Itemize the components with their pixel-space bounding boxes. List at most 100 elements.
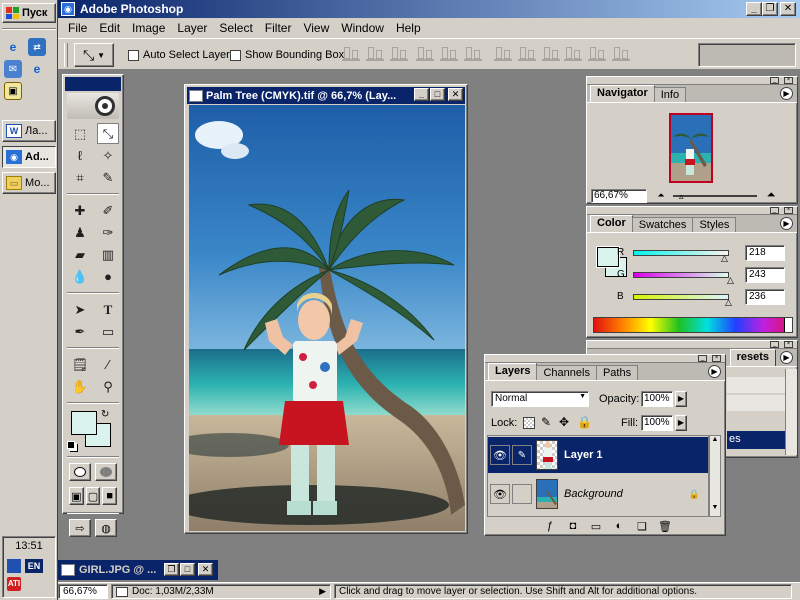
zoom-slider-track[interactable] bbox=[673, 195, 757, 197]
link-empty-icon[interactable] bbox=[512, 484, 532, 504]
slider-b-bar[interactable] bbox=[633, 293, 729, 300]
menu-image[interactable]: Image bbox=[126, 21, 171, 35]
menu-select[interactable]: Select bbox=[213, 21, 258, 35]
align-vcenter-icon[interactable] bbox=[366, 47, 384, 61]
menu-edit[interactable]: Edit bbox=[93, 21, 126, 35]
distribute-bottom-icon[interactable] bbox=[542, 47, 560, 61]
show-desktop-icon[interactable]: ▣ bbox=[4, 82, 22, 100]
trash-icon[interactable]: 🗑 bbox=[658, 519, 672, 533]
new-set-icon[interactable]: ▭ bbox=[589, 519, 603, 533]
scroll-up-icon[interactable]: ▲ bbox=[710, 436, 720, 448]
dodge-tool-icon[interactable]: ● bbox=[97, 266, 119, 287]
presets-close-icon[interactable]: × bbox=[784, 341, 793, 348]
pen-tool-icon[interactable]: ✒ bbox=[69, 321, 91, 342]
navigator-menu-icon[interactable]: ▶ bbox=[780, 87, 793, 100]
photoshop-logo[interactable] bbox=[67, 93, 119, 119]
layer-style-icon[interactable]: ƒ bbox=[543, 519, 557, 533]
color-minimize-icon[interactable]: _ bbox=[770, 207, 779, 214]
menu-layer[interactable]: Layer bbox=[171, 21, 213, 35]
type-tool-icon[interactable]: T bbox=[97, 299, 119, 320]
g-value-field[interactable]: 243 bbox=[745, 267, 785, 283]
mini-doc-close-button[interactable]: ✕ bbox=[198, 563, 213, 576]
healing-brush-tool-icon[interactable]: ✚ bbox=[69, 200, 91, 221]
lasso-tool-icon[interactable]: ℓ bbox=[69, 145, 91, 166]
doc-close-button[interactable]: ✕ bbox=[448, 88, 463, 101]
show-bounding-box-checkbox[interactable]: Show Bounding Box bbox=[230, 49, 344, 61]
full-screen-menu-icon[interactable]: ▢ bbox=[85, 487, 101, 505]
layers-close-icon[interactable]: × bbox=[712, 355, 721, 362]
tab-color[interactable]: Color bbox=[590, 215, 633, 232]
language-indicator[interactable]: EN bbox=[25, 559, 43, 573]
add-mask-icon[interactable]: ◘ bbox=[566, 519, 580, 533]
layers-scrollbar[interactable]: ▲ ▼ bbox=[709, 435, 721, 517]
fill-field[interactable]: 100% bbox=[641, 415, 673, 431]
align-bottom-icon[interactable] bbox=[390, 47, 408, 61]
magic-wand-tool-icon[interactable]: ✧ bbox=[97, 145, 119, 166]
presets-menu-icon[interactable]: ▶ bbox=[780, 351, 793, 364]
layer-row-background[interactable]: 👁 Background 🔒 bbox=[488, 476, 708, 512]
distribute-top-icon[interactable] bbox=[494, 47, 512, 61]
status-zoom-field[interactable]: 66,67% bbox=[58, 584, 108, 599]
tab-styles[interactable]: Styles bbox=[692, 217, 737, 232]
outlook-icon[interactable]: ✉ bbox=[4, 60, 22, 78]
doc-minimize-button[interactable]: _ bbox=[414, 88, 429, 101]
crop-tool-icon[interactable]: ⌗ bbox=[69, 167, 91, 188]
visibility-eye-icon[interactable]: 👁 bbox=[490, 484, 510, 504]
internet-explorer-icon[interactable]: e bbox=[4, 38, 22, 56]
align-hcenter-icon[interactable] bbox=[440, 47, 458, 61]
b-value-field[interactable]: 236 bbox=[745, 289, 785, 305]
lock-transparent-icon[interactable] bbox=[523, 417, 535, 429]
slider-r-bar[interactable] bbox=[633, 249, 729, 256]
slider-g-thumb[interactable]: △ bbox=[727, 275, 734, 286]
tab-navigator[interactable]: Navigator bbox=[590, 85, 655, 102]
tab-presets[interactable]: resets bbox=[729, 349, 776, 366]
lock-paint-icon[interactable]: ✎ bbox=[541, 415, 551, 429]
layer-row-layer-1[interactable]: 👁 ✎ Layer 1 bbox=[488, 437, 708, 473]
tool-preset-picker[interactable]: ⤡ ▼ bbox=[74, 43, 114, 67]
menu-filter[interactable]: Filter bbox=[259, 21, 298, 35]
color-grip[interactable]: _ × bbox=[587, 207, 797, 215]
hand-tool-icon[interactable]: ✋ bbox=[69, 376, 91, 397]
tab-paths[interactable]: Paths bbox=[595, 365, 639, 380]
start-button[interactable]: Пуск bbox=[2, 3, 56, 23]
color-fg-swatch[interactable] bbox=[596, 246, 620, 268]
rectangle-tool-icon[interactable]: ▭ bbox=[97, 321, 119, 342]
new-layer-icon[interactable]: ❏ bbox=[635, 519, 649, 533]
presets-selected-row[interactable]: es bbox=[727, 431, 785, 449]
slider-r-thumb[interactable]: △ bbox=[721, 253, 728, 264]
zoom-in-icon[interactable]: ⏶ bbox=[761, 189, 781, 201]
canvas[interactable] bbox=[189, 105, 465, 531]
full-screen-icon[interactable]: ■ bbox=[102, 487, 118, 505]
distribute-left-icon[interactable] bbox=[564, 47, 582, 61]
visibility-eye-icon[interactable]: 👁 bbox=[490, 445, 510, 465]
history-brush-tool-icon[interactable]: ✑ bbox=[97, 222, 119, 243]
brush-link-icon[interactable]: ✎ bbox=[512, 445, 532, 465]
menu-file[interactable]: File bbox=[62, 21, 93, 35]
task-button-photoshop[interactable]: ◉ Ad... bbox=[2, 146, 56, 168]
quick-mask-mode-icon[interactable] bbox=[95, 463, 117, 481]
doc-maximize-button[interactable]: □ bbox=[430, 88, 445, 101]
align-left-icon[interactable] bbox=[416, 47, 434, 61]
tab-info[interactable]: Info bbox=[653, 87, 687, 102]
slider-b-thumb[interactable]: △ bbox=[725, 297, 732, 308]
status-doc-size[interactable]: Doc: 1,03M/2,33M ▶ bbox=[111, 584, 331, 599]
color-spectrum-bar[interactable] bbox=[593, 317, 793, 333]
eraser-tool-icon[interactable]: ▰ bbox=[69, 244, 91, 265]
tab-channels[interactable]: Channels bbox=[536, 365, 597, 380]
adjustment-layer-icon[interactable]: ◐ bbox=[612, 519, 626, 533]
tab-layers[interactable]: Layers bbox=[488, 363, 538, 380]
fill-slider-button[interactable]: ▶ bbox=[675, 415, 687, 431]
distribute-vcenter-icon[interactable] bbox=[518, 47, 536, 61]
menu-view[interactable]: View bbox=[297, 21, 335, 35]
navigator-minimize-icon[interactable]: _ bbox=[770, 77, 779, 84]
swap-colors-icon[interactable]: ↻ bbox=[101, 409, 109, 420]
presets-scrollbar[interactable] bbox=[785, 369, 797, 455]
opacity-slider-button[interactable]: ▶ bbox=[675, 391, 687, 407]
auto-select-layer-checkbox[interactable]: Auto Select Layer bbox=[128, 49, 230, 61]
mini-doc-maximize-button[interactable]: □ bbox=[180, 563, 195, 576]
jump-to-imageready-icon[interactable]: ⇨ bbox=[69, 519, 91, 537]
navigator-zoom-field[interactable]: 66,67% bbox=[591, 189, 647, 203]
move-tool-icon[interactable]: ⤡ bbox=[97, 123, 119, 144]
layers-grip[interactable]: _ × bbox=[485, 355, 725, 363]
brush-tool-icon[interactable]: ✐ bbox=[97, 200, 119, 221]
